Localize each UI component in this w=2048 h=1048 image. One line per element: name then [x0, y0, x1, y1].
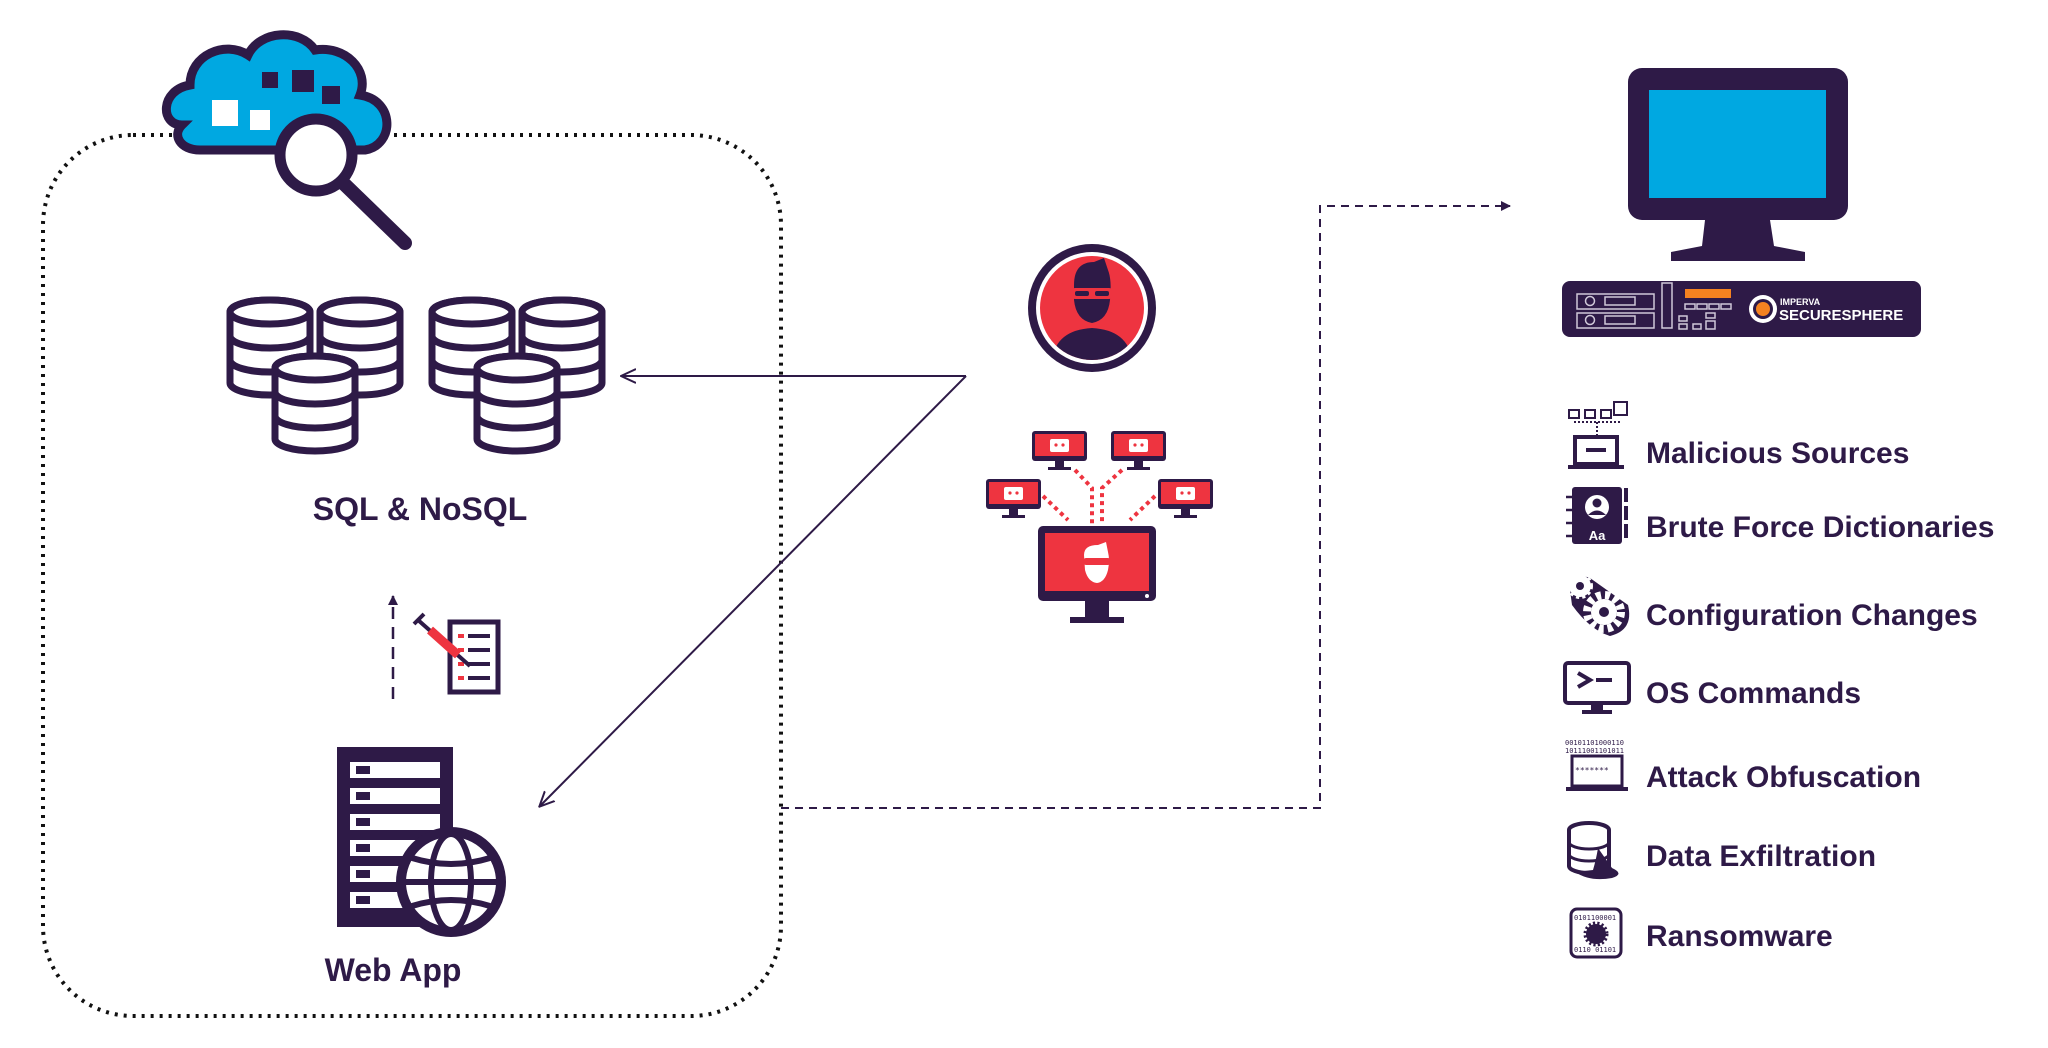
- svg-text:00101101000110: 00101101000110: [1565, 739, 1624, 747]
- threat-item-malicious-sources: Malicious Sources: [1568, 401, 1909, 470]
- threat-label: OS Commands: [1646, 677, 1861, 710]
- ransomware-icon: 0101100001 0110 01101: [1569, 907, 1623, 959]
- svg-text:0101100001: 0101100001: [1574, 914, 1616, 922]
- threat-item-ransomware: 0101100001 0110 01101 Ransomware: [1569, 907, 1833, 959]
- svg-text:0110 01101: 0110 01101: [1574, 946, 1616, 954]
- database-cluster-sql: [230, 300, 400, 451]
- threat-item-brute-force: Aa Brute Force Dictionaries: [1566, 487, 1994, 544]
- terminal-icon: [1563, 661, 1631, 714]
- threat-label: Configuration Changes: [1646, 599, 1978, 632]
- svg-text:*******: *******: [1575, 766, 1609, 775]
- threat-label: Ransomware: [1646, 920, 1833, 953]
- threat-item-os-commands: OS Commands: [1563, 661, 1861, 714]
- leaking-database-icon: [1567, 821, 1619, 880]
- threat-list: Malicious Sources Aa Brute Force Diction…: [1563, 401, 1994, 959]
- obfuscated-laptop-icon: 00101101000110 10111001101011 *******: [1565, 739, 1628, 791]
- threat-item-data-exfiltration: Data Exfiltration: [1567, 821, 1876, 880]
- gears-icon: [1567, 573, 1630, 636]
- cloud-search-icon: [162, 30, 412, 250]
- malicious-sources-icon: [1568, 401, 1628, 469]
- bot-monitor: [1158, 479, 1213, 518]
- monitor-icon: [1628, 68, 1848, 261]
- sql-injection-icon: [412, 612, 501, 695]
- database-label: SQL & NoSQL: [313, 491, 528, 527]
- webapp-label: Web App: [325, 952, 462, 988]
- appliance-product: SECURESPHERE: [1779, 307, 1903, 324]
- threat-label: Attack Obfuscation: [1646, 761, 1921, 794]
- hacker-icon: [1028, 244, 1156, 372]
- address-book-icon: Aa: [1566, 487, 1628, 544]
- threat-item-attack-obfuscation: 00101101000110 10111001101011 ******* At…: [1565, 739, 1921, 794]
- svg-text:10111001101011: 10111001101011: [1565, 747, 1624, 755]
- bot-monitor: [1032, 431, 1087, 470]
- globe-icon: [396, 827, 506, 937]
- threat-item-configuration-changes: Configuration Changes: [1567, 573, 1978, 636]
- database-cluster-nosql: [432, 300, 602, 451]
- threat-label: Brute Force Dictionaries: [1646, 511, 1994, 544]
- appliance-brand: IMPERVA: [1780, 297, 1821, 307]
- attack-arrow-to-webapp: [540, 375, 967, 806]
- securesphere-appliance: IMPERVA SECURESPHERE: [1562, 281, 1921, 337]
- diagram: SQL & NoSQL Web App IMPERVA SECURESPHERE…: [41, 30, 1994, 1018]
- bot-monitor: [1111, 431, 1166, 470]
- threat-label: Data Exfiltration: [1646, 840, 1876, 873]
- botnet-icon: [986, 431, 1213, 623]
- threat-label: Malicious Sources: [1646, 437, 1909, 470]
- svg-text:Aa: Aa: [1589, 528, 1606, 543]
- bot-monitor: [986, 479, 1041, 518]
